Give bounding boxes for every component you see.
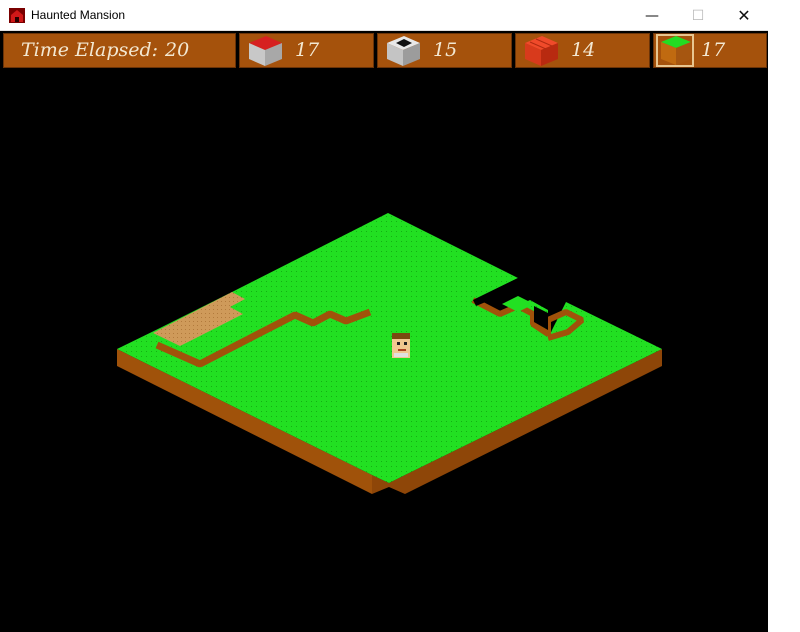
player-character[interactable] [392,333,410,358]
brick-block-icon [525,36,558,66]
window-title: Haunted Mansion [31,8,126,22]
inventory-slot-stone[interactable]: 15 [377,33,512,68]
close-icon: ✕ [737,6,751,25]
maximize-button[interactable]: ☐ [675,0,721,31]
minimize-button[interactable]: — [629,0,675,31]
red-roof-count: 17 [295,39,320,61]
game-window: Haunted Mansion — ☐ ✕ Time Elapsed: 20 1… [0,0,768,632]
grass-terrain[interactable] [117,213,662,483]
hud-bar: Time Elapsed: 20 17 15 14 17 [0,31,768,70]
minimize-icon: — [645,7,659,24]
stone-block-icon [387,36,420,66]
title-bar: Haunted Mansion — ☐ ✕ [0,0,768,31]
mansion-app-icon [9,8,25,23]
time-elapsed-panel: Time Elapsed: 20 [3,33,236,68]
time-elapsed-value: 20 [165,39,190,61]
inventory-slot-brick[interactable]: 14 [515,33,650,68]
maximize-icon: ☐ [691,7,705,24]
game-world[interactable] [0,70,768,632]
inventory-slot-grass[interactable]: 17 [653,33,767,68]
grass-block-icon [661,36,691,65]
inventory-slot-red-roof[interactable]: 17 [239,33,374,68]
time-elapsed-label: Time Elapsed: [21,39,159,61]
close-button[interactable]: ✕ [721,0,767,31]
brick-count: 14 [571,39,596,61]
stone-count: 15 [433,39,458,61]
grass-count: 17 [701,39,726,61]
red-roof-block-icon [249,36,282,66]
